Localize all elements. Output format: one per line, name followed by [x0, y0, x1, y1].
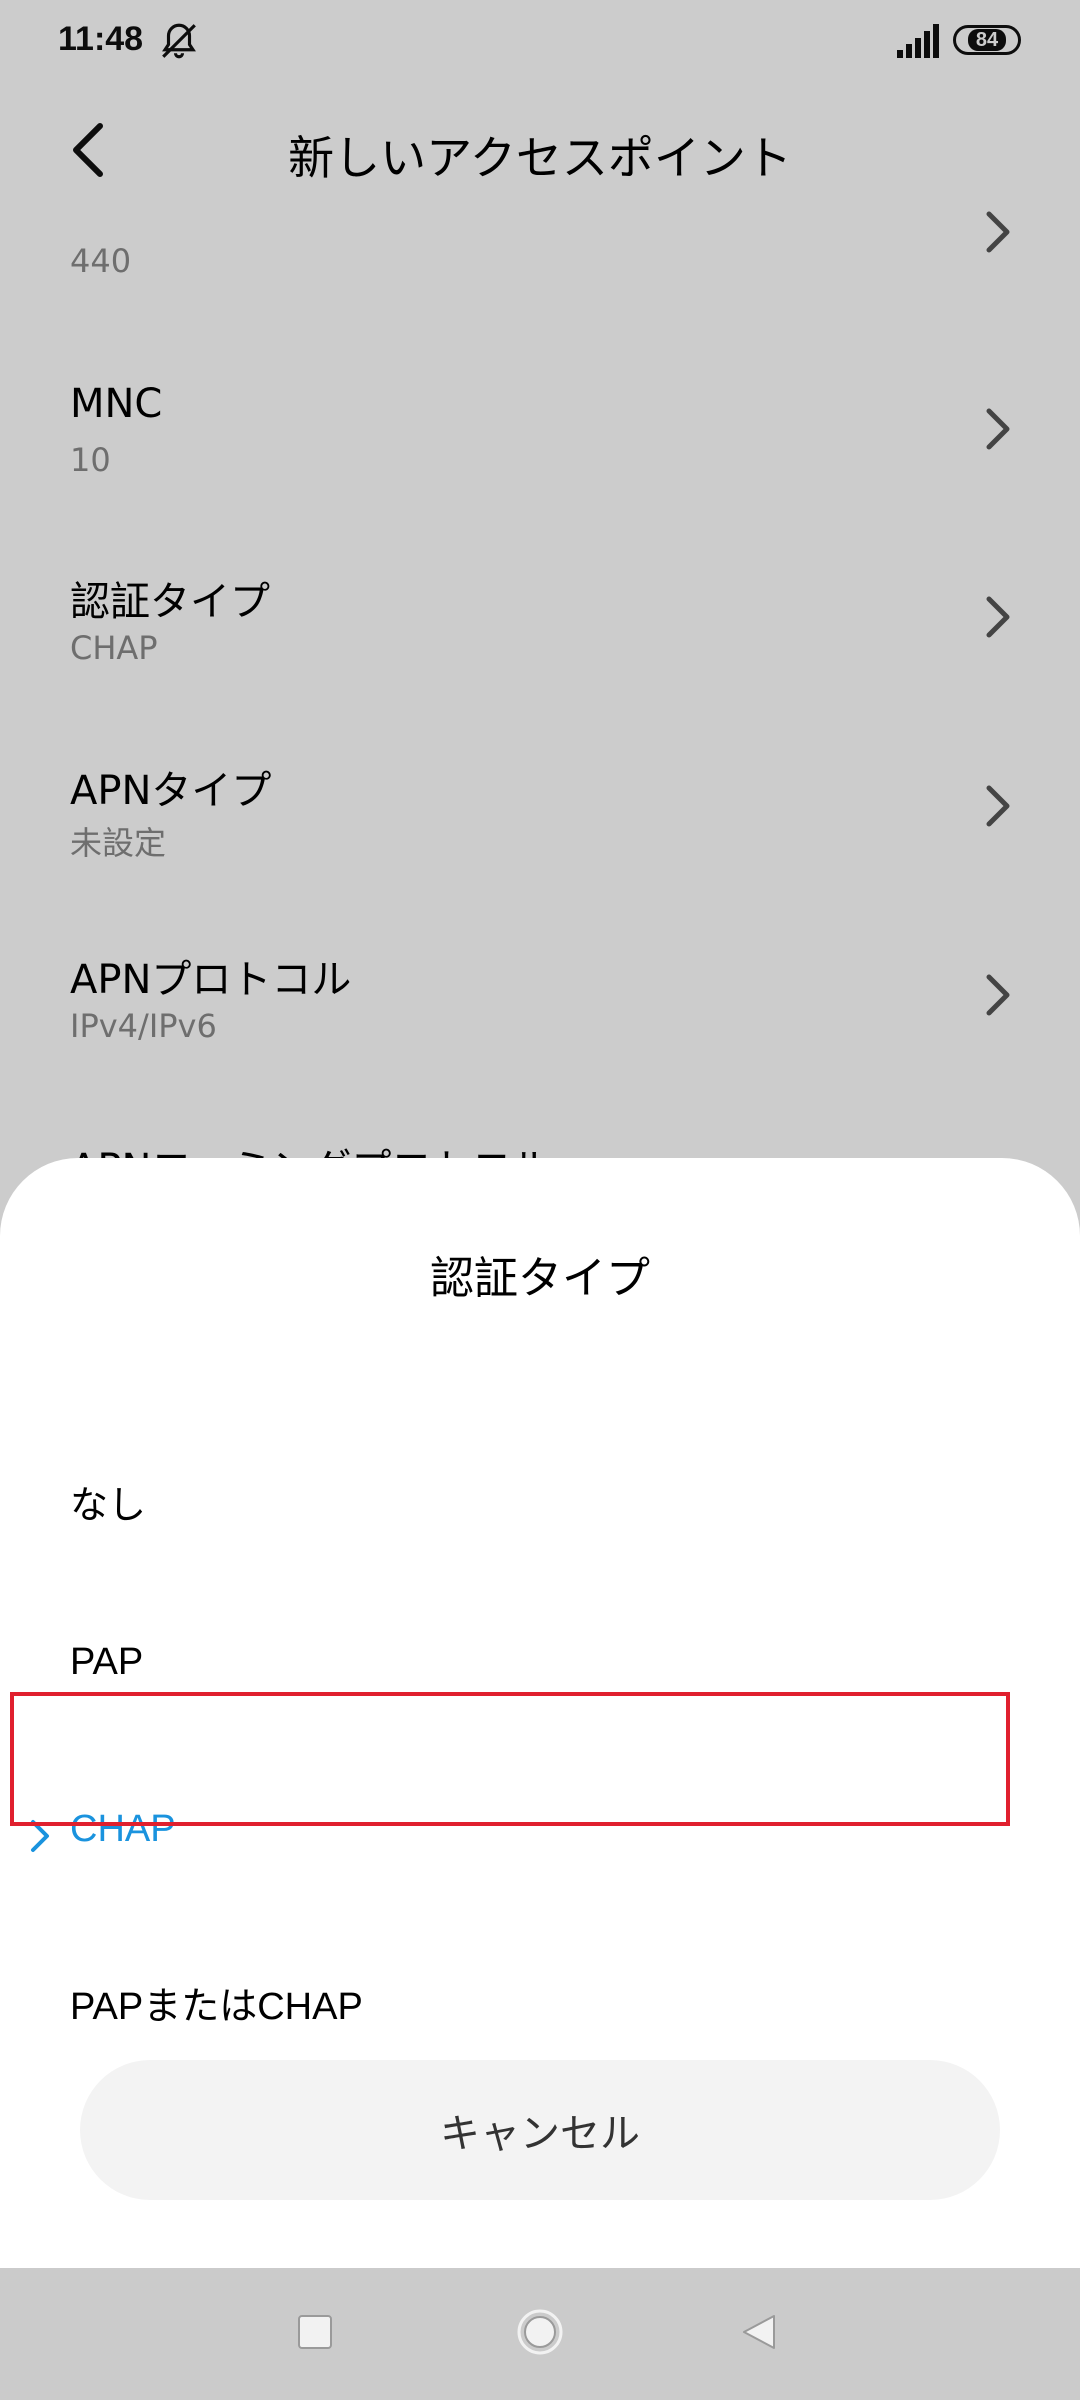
back-icon[interactable]: [740, 2312, 780, 2352]
screen: 11:48 84 新しいアクセスポイント 440 MNC 10 認証タイプ CH…: [0, 0, 1080, 2400]
highlight-box: [10, 1692, 1010, 1826]
option-none[interactable]: なし: [0, 1420, 1080, 1588]
home-icon[interactable]: [516, 2308, 564, 2356]
sheet-title: 認証タイプ: [430, 1253, 650, 1304]
navigation-bar: [0, 2268, 1080, 2400]
option-label: なし: [70, 1485, 147, 1527]
option-label: PAPまたはCHAP: [70, 1986, 363, 2028]
cancel-button[interactable]: キャンセル: [80, 2060, 1000, 2200]
recent-apps-icon[interactable]: [297, 2314, 333, 2350]
option-label: PAP: [70, 1641, 144, 1683]
